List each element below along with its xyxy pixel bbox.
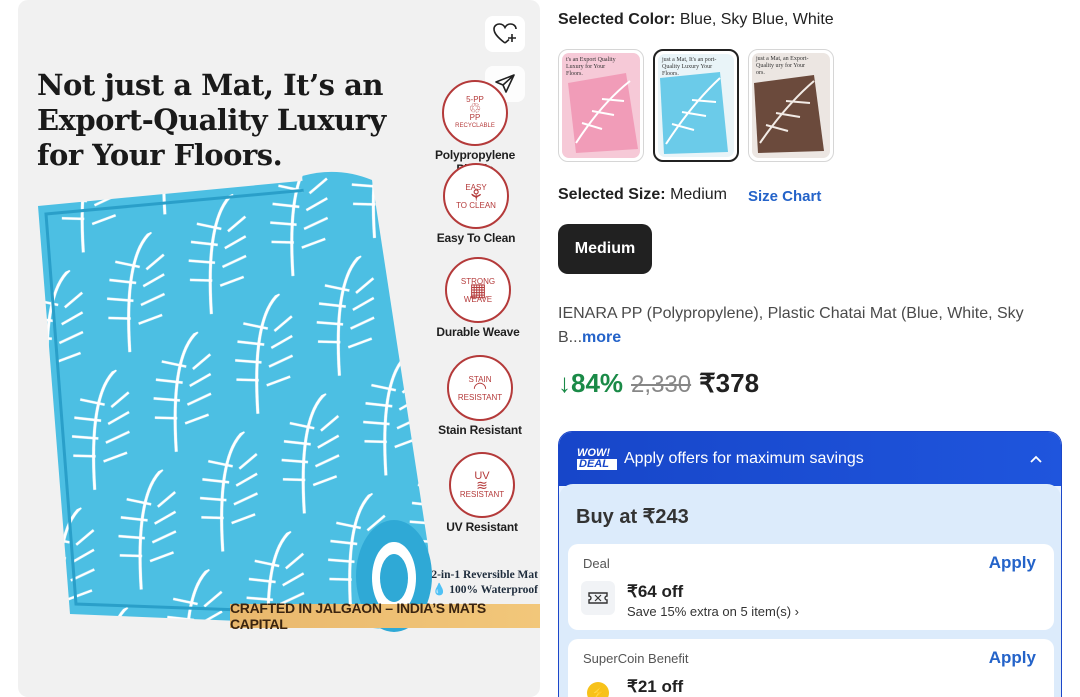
offers-header[interactable]: WOW! DEAL Apply offers for maximum savin… bbox=[559, 432, 1061, 486]
product-image[interactable]: Not just a Mat, It’s an Export-Quality L… bbox=[18, 0, 540, 697]
swatch-blue[interactable]: just a Mat, It's an port-Quality Luxury … bbox=[653, 49, 739, 162]
selected-color: Selected Color: Blue, Sky Blue, White bbox=[558, 11, 834, 28]
product-description: IENARA PP (Polypropylene), Plastic Chata… bbox=[558, 305, 1024, 346]
offer-amount: ₹64 off bbox=[627, 582, 684, 601]
chevron-up-icon[interactable] bbox=[1029, 454, 1043, 464]
feature-durable-weave: STRONG ▦ WEAVE Durable Weave bbox=[418, 257, 538, 339]
reversible-note: 2-in-1 Reversible Mat 💧 100% Waterproof bbox=[431, 569, 538, 596]
offer-card-deal: Deal Apply ₹64 off Save 15% extra on 5 i… bbox=[568, 544, 1054, 630]
recycle-icon: 5-PP ♲ PP RECYCLABLE bbox=[442, 80, 508, 146]
size-option-medium[interactable]: Medium bbox=[558, 224, 652, 274]
swatch-brown[interactable]: just a Mat, an Export-Quality ury for Yo… bbox=[748, 49, 834, 162]
heart-plus-icon bbox=[493, 23, 517, 44]
offer-tag: Deal bbox=[583, 556, 610, 571]
cleaning-icon: EASY ⚘ TO CLEAN bbox=[443, 163, 509, 229]
product-page: Not just a Mat, It’s an Export-Quality L… bbox=[0, 0, 1080, 697]
offers-body: Buy at ₹243 Deal Apply ₹64 off Save 15% … bbox=[559, 484, 1061, 697]
offer-card-supercoin: SuperCoin Benefit Apply ⚡ ₹21 off bbox=[568, 639, 1054, 697]
color-swatches: t's an Export Quality Luxury for Your Fl… bbox=[558, 49, 834, 162]
feature-label: UV Resistant bbox=[446, 520, 518, 534]
swatch-pink[interactable]: t's an Export Quality Luxury for Your Fl… bbox=[558, 49, 644, 162]
stain-icon: STAIN ◠ RESISTANT bbox=[447, 355, 513, 421]
mat-illustration bbox=[38, 171, 432, 632]
supercoin-icon: ⚡ bbox=[581, 676, 615, 697]
feature-easy-clean: EASY ⚘ TO CLEAN Easy To Clean bbox=[416, 163, 536, 245]
feature-stain-resistant: STAIN ◠ RESISTANT Stain Resistant bbox=[420, 355, 540, 437]
image-heading: Not just a Mat, It’s an Export-Quality L… bbox=[37, 68, 386, 172]
discount-percent: ↓84% bbox=[558, 368, 624, 398]
selected-size: Selected Size: Medium bbox=[558, 186, 727, 203]
more-link[interactable]: more bbox=[582, 329, 621, 346]
offer-detail[interactable]: Save 15% extra on 5 item(s) › bbox=[627, 604, 799, 619]
price-row: ↓84% 2,330 ₹378 bbox=[558, 368, 759, 399]
feature-label: Stain Resistant bbox=[438, 423, 522, 437]
feature-label: Durable Weave bbox=[436, 325, 520, 339]
feature-uv-resistant: UV ≋ RESISTANT UV Resistant bbox=[422, 452, 540, 534]
apply-button[interactable]: Apply bbox=[989, 648, 1036, 668]
offer-tag: SuperCoin Benefit bbox=[583, 651, 689, 666]
uv-icon: UV ≋ RESISTANT bbox=[449, 452, 515, 518]
size-chart-link[interactable]: Size Chart bbox=[748, 188, 821, 205]
offers-title: Apply offers for maximum savings bbox=[624, 450, 864, 467]
crafted-banner: CRAFTED IN JALGAON – INDIA’S MATS CAPITA… bbox=[230, 600, 540, 632]
weave-icon: STRONG ▦ WEAVE bbox=[445, 257, 511, 323]
selling-price: ₹378 bbox=[699, 368, 760, 398]
offers-panel: WOW! DEAL Apply offers for maximum savin… bbox=[558, 431, 1062, 697]
wishlist-button[interactable] bbox=[485, 16, 525, 52]
buy-at-price: Buy at ₹243 bbox=[576, 506, 689, 528]
apply-button[interactable]: Apply bbox=[989, 553, 1036, 573]
ticket-icon bbox=[581, 581, 615, 615]
wow-deal-logo: WOW! DEAL bbox=[577, 446, 617, 472]
mrp-price: 2,330 bbox=[631, 371, 692, 398]
water-drop-icon: 💧 bbox=[432, 584, 447, 596]
feature-polypropylene: 5-PP ♲ PP RECYCLABLE Polypropylene Plast… bbox=[415, 80, 535, 176]
feature-label: Easy To Clean bbox=[436, 231, 516, 245]
offer-amount: ₹21 off bbox=[627, 677, 684, 696]
